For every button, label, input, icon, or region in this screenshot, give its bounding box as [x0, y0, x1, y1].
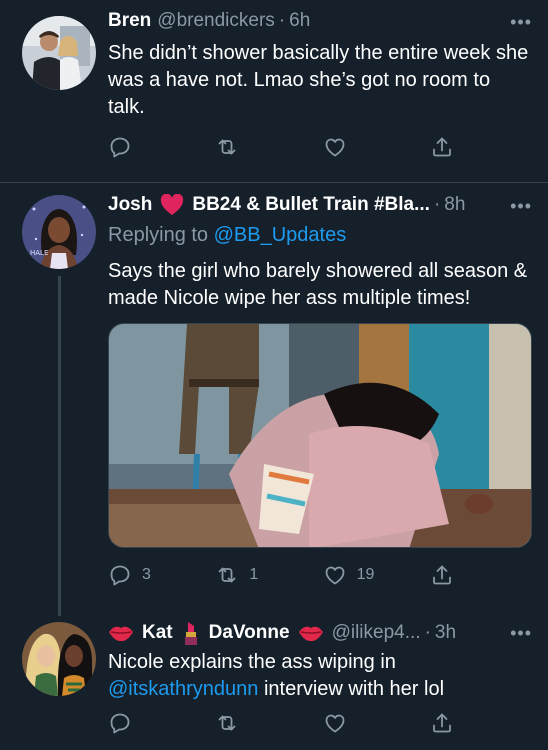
share-icon: [430, 563, 454, 587]
replying-handle-link[interactable]: @BB_Updates: [214, 224, 347, 246]
like-icon: [323, 563, 347, 587]
like-count: 19: [356, 566, 375, 583]
author-handle[interactable]: @ilikep4...: [332, 622, 421, 644]
avatar[interactable]: [22, 622, 96, 696]
share-icon: [430, 135, 454, 159]
tweet-text: She didn’t shower basically the entire w…: [108, 42, 529, 118]
retweet-count: 1: [249, 566, 259, 583]
retweet-button[interactable]: [215, 711, 243, 735]
replying-prefix: Replying to: [108, 224, 209, 246]
like-icon: [323, 711, 347, 735]
share-button[interactable]: [430, 563, 458, 587]
timestamp[interactable]: 8h: [444, 194, 465, 216]
reply-button[interactable]: 3: [108, 563, 151, 587]
more-icon[interactable]: •••: [510, 623, 532, 644]
share-button[interactable]: [430, 135, 458, 159]
share-icon: [430, 711, 454, 735]
author-name-part2[interactable]: BB24 & Bullet Train #Bla...: [192, 194, 430, 216]
tweet-text-after: interview with her lol: [263, 678, 445, 700]
tweet-text-before: Nicole explains the ass wiping in: [108, 651, 396, 673]
more-icon[interactable]: •••: [510, 12, 532, 33]
tweet-actions: [108, 134, 458, 160]
retweet-button[interactable]: [215, 135, 243, 159]
mention-link[interactable]: @itskathryndunn: [108, 678, 258, 700]
separator-dot: ·: [278, 10, 286, 31]
retweet-icon: [215, 711, 239, 735]
separator-dot: ·: [424, 622, 431, 643]
timestamp[interactable]: 3h: [435, 622, 456, 644]
retweet-button[interactable]: 1: [215, 563, 258, 587]
reply-count: 3: [142, 566, 151, 583]
reply-button[interactable]: [108, 711, 136, 735]
tweet-bren[interactable]: Bren @brendickers · 6h ••• She didn’t sh…: [0, 0, 548, 182]
tweet-header: Bren @brendickers · 6h: [108, 10, 534, 32]
tweet-kat[interactable]: Kat DaVonne @ilikep4... · 3h ••• Nicole …: [0, 614, 548, 750]
tweet-header: Josh BB24 & Bullet Train #Bla... · 8h: [108, 194, 534, 216]
like-button[interactable]: [323, 135, 351, 159]
author-name[interactable]: Bren: [108, 10, 151, 32]
timestamp[interactable]: 6h: [289, 10, 310, 32]
tweet-text: Says the girl who barely showered all se…: [108, 260, 528, 309]
reply-icon: [108, 711, 132, 735]
tweet-header: Kat DaVonne @ilikep4... · 3h: [108, 620, 534, 646]
tweet-media-image[interactable]: [108, 323, 532, 548]
author-name-part2[interactable]: DaVonne: [209, 622, 290, 644]
heart-emoji: [161, 194, 184, 215]
lipstick-emoji: [184, 622, 197, 645]
avatar[interactable]: [22, 16, 96, 90]
retweet-icon: [215, 135, 239, 159]
tweet-text: Nicole explains the ass wiping in @itska…: [108, 649, 532, 703]
retweet-icon: [215, 563, 239, 587]
like-button[interactable]: 19: [323, 563, 374, 587]
reply-button[interactable]: [108, 135, 136, 159]
avatar-badge: HALE: [30, 249, 49, 257]
more-icon[interactable]: •••: [510, 196, 532, 217]
reply-icon: [108, 563, 132, 587]
share-button[interactable]: [430, 711, 458, 735]
avatar[interactable]: HALE: [22, 195, 96, 269]
author-handle[interactable]: @brendickers: [157, 10, 275, 32]
author-name-part1[interactable]: Josh: [108, 194, 152, 216]
thread-line: [58, 276, 61, 616]
tweet-actions: [108, 710, 458, 736]
like-icon: [323, 135, 347, 159]
separator-dot: ·: [433, 194, 441, 215]
lips-emoji: [109, 626, 133, 642]
replying-to: Replying to @BB_Updates: [108, 222, 532, 249]
lips-emoji: [298, 626, 323, 642]
tweet-actions: 3 1 19: [108, 562, 458, 588]
reply-icon: [108, 135, 132, 159]
author-name-part1[interactable]: Kat: [142, 622, 173, 644]
like-button[interactable]: [323, 711, 351, 735]
